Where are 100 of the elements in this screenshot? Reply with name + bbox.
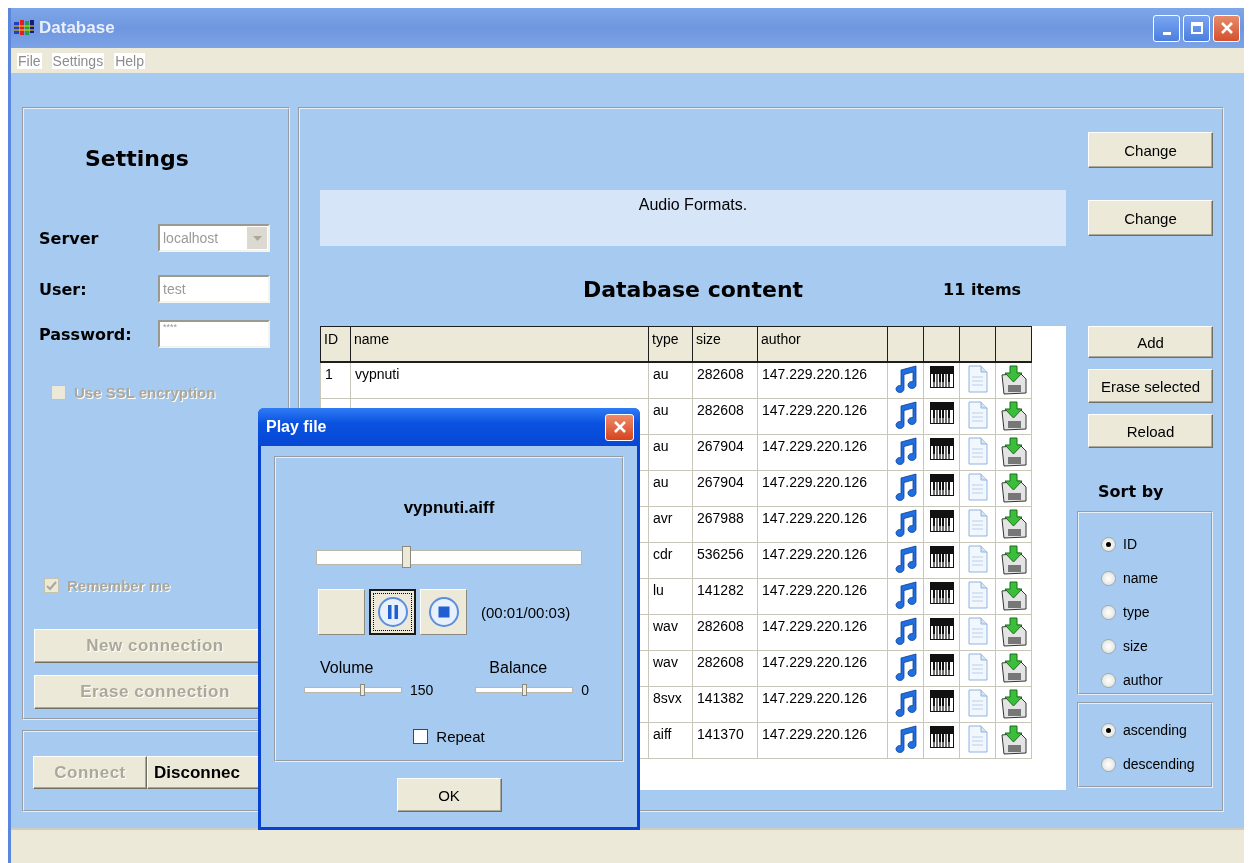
close-button[interactable] xyxy=(605,413,634,441)
piano-keyboard-icon[interactable] xyxy=(928,688,955,713)
action-button[interactable]: Add xyxy=(1088,326,1213,358)
piano-keyboard-icon[interactable] xyxy=(928,580,955,605)
slider-thumb[interactable] xyxy=(402,546,412,568)
piano-keyboard-icon[interactable] xyxy=(928,508,955,533)
radio-label: name xyxy=(1123,570,1159,586)
table-cell: 141382 xyxy=(692,686,758,722)
table-cell: au xyxy=(648,470,693,506)
radio-label: size xyxy=(1123,638,1148,654)
radio-label: ascending xyxy=(1123,722,1187,738)
save-download-icon[interactable] xyxy=(999,508,1028,539)
maximize-icon xyxy=(1189,21,1204,35)
column-header[interactable]: ID xyxy=(320,326,351,362)
save-download-icon[interactable] xyxy=(999,688,1028,719)
column-header[interactable]: author xyxy=(757,326,888,362)
close-icon xyxy=(611,419,628,435)
radio-label: ID xyxy=(1123,536,1137,552)
music-note-icon[interactable] xyxy=(892,724,919,753)
column-header[interactable] xyxy=(923,326,960,362)
table-cell: lu xyxy=(648,578,693,614)
field-label: Password: xyxy=(39,324,133,344)
column-header[interactable]: name xyxy=(350,326,649,362)
table-cell: avr xyxy=(648,506,693,542)
panel-heading: Settings xyxy=(85,146,190,173)
slider-thumb[interactable] xyxy=(360,684,366,696)
music-note-icon[interactable] xyxy=(892,688,919,717)
slider-label: Balance xyxy=(489,659,549,678)
radio-button[interactable] xyxy=(1101,722,1116,738)
table-cell: 147.229.220.126 xyxy=(757,506,888,542)
radio-button[interactable] xyxy=(1101,570,1116,586)
piano-keyboard-icon[interactable] xyxy=(928,364,955,389)
radio-button[interactable] xyxy=(1101,672,1116,688)
column-header[interactable] xyxy=(995,326,1032,362)
ok-button[interactable]: OK xyxy=(396,778,502,812)
checkbox[interactable] xyxy=(413,729,429,744)
piano-keyboard-icon[interactable] xyxy=(928,400,955,425)
slider-thumb[interactable] xyxy=(521,684,527,696)
music-note-icon[interactable] xyxy=(892,652,919,681)
save-download-icon[interactable] xyxy=(999,580,1028,611)
stop-icon xyxy=(427,596,460,628)
music-note-icon[interactable] xyxy=(892,508,919,537)
save-download-icon[interactable] xyxy=(999,616,1028,647)
table-cell: 147.229.220.126 xyxy=(757,470,888,506)
piano-keyboard-icon[interactable] xyxy=(928,436,955,461)
checkbox-label: Use SSL encryption xyxy=(74,384,216,401)
column-header[interactable]: size xyxy=(692,326,758,362)
column-header[interactable] xyxy=(959,326,996,362)
change-button[interactable]: Change xyxy=(1088,132,1213,168)
music-note-icon[interactable] xyxy=(892,616,919,645)
balance-slider[interactable] xyxy=(475,687,574,693)
piano-keyboard-icon[interactable] xyxy=(928,544,955,569)
column-header[interactable] xyxy=(887,326,924,362)
save-download-icon[interactable] xyxy=(999,724,1028,755)
save-download-icon[interactable] xyxy=(999,436,1028,467)
radio-button[interactable] xyxy=(1101,638,1116,654)
table-cell: aiff xyxy=(648,722,693,758)
field-label: Server xyxy=(39,228,100,248)
save-download-icon[interactable] xyxy=(999,472,1028,503)
stop-button[interactable] xyxy=(420,589,467,635)
close-button[interactable] xyxy=(1213,14,1240,42)
save-download-icon[interactable] xyxy=(999,652,1028,683)
file-name: vypnuti.aiff xyxy=(403,498,495,518)
music-note-icon[interactable] xyxy=(892,400,919,429)
save-download-icon[interactable] xyxy=(999,400,1028,431)
table-cell: 282608 xyxy=(692,361,758,398)
maximize-button[interactable] xyxy=(1183,14,1210,42)
table-cell: 147.229.220.126 xyxy=(757,361,888,398)
table-cell: 282608 xyxy=(692,650,758,686)
sort-heading: Sort by xyxy=(1098,482,1165,502)
radio-button[interactable] xyxy=(1101,756,1116,772)
table-cell: 282608 xyxy=(692,614,758,650)
change-button[interactable]: Change xyxy=(1088,200,1213,236)
music-note-icon[interactable] xyxy=(892,580,919,609)
radio-button[interactable] xyxy=(1101,604,1116,620)
radio-label: author xyxy=(1123,672,1163,688)
volume-slider[interactable] xyxy=(304,687,402,693)
music-note-icon[interactable] xyxy=(892,436,919,465)
minimize-button[interactable] xyxy=(1153,14,1180,42)
table-cell: 8svx xyxy=(648,686,693,722)
piano-keyboard-icon[interactable] xyxy=(928,652,955,677)
music-note-icon[interactable] xyxy=(892,544,919,573)
table-cell: 147.229.220.126 xyxy=(757,722,888,758)
piano-keyboard-icon[interactable] xyxy=(928,616,955,641)
radio-button[interactable] xyxy=(1101,536,1116,552)
pause-button[interactable] xyxy=(369,589,416,635)
menu-item[interactable]: File xyxy=(17,52,42,69)
music-note-icon[interactable] xyxy=(892,472,919,501)
action-button[interactable]: Reload xyxy=(1088,414,1213,448)
piano-keyboard-icon[interactable] xyxy=(928,472,955,497)
save-download-icon[interactable] xyxy=(999,544,1028,575)
action-button[interactable]: Erase selected xyxy=(1088,369,1213,403)
column-header[interactable]: type xyxy=(648,326,693,362)
table-cell: 147.229.220.126 xyxy=(757,434,888,470)
radio-label: descending xyxy=(1123,756,1195,772)
save-download-icon[interactable] xyxy=(999,364,1028,395)
piano-keyboard-icon[interactable] xyxy=(928,724,955,749)
music-note-icon[interactable] xyxy=(892,364,919,393)
table-cell: 147.229.220.126 xyxy=(757,650,888,686)
info-banner: Audio Formats. xyxy=(320,190,1066,246)
